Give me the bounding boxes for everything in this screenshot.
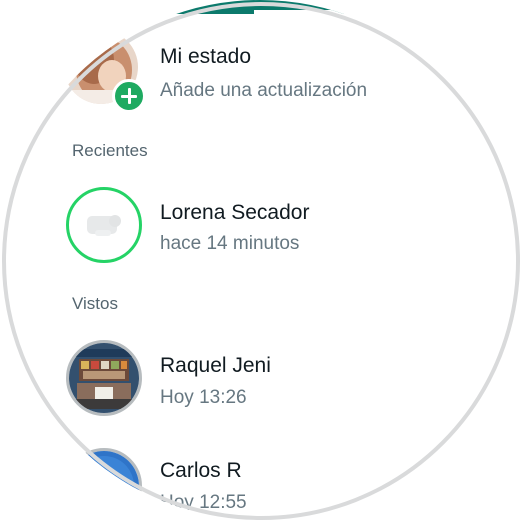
section-recent: Recientes <box>72 141 148 160</box>
unseen-status-ring <box>66 187 142 263</box>
status-screen: Mi estado Añade una actualización Recien… <box>0 0 520 520</box>
contact-name: Raquel Jeni <box>160 354 271 377</box>
tab-indicator <box>254 10 414 15</box>
seen-status-ring <box>66 340 142 416</box>
contact-name: Lorena Secador <box>160 201 310 224</box>
section-viewed: Vistos <box>72 294 118 313</box>
my-status-name: Mi estado <box>160 45 252 68</box>
status-thumbnail <box>73 194 135 256</box>
my-status-row[interactable]: Mi estado Añade una actualización <box>0 0 520 130</box>
my-status-subtitle: Añade una actualización <box>160 80 368 101</box>
status-time: Hoy 12:55 <box>160 492 247 513</box>
status-item-viewed[interactable]: Carlos R Hoy 12:55 <box>0 440 520 520</box>
status-time: Hoy 13:26 <box>160 387 247 408</box>
seen-status-ring <box>66 448 142 520</box>
status-thumbnail <box>69 451 139 520</box>
status-thumbnail <box>69 343 139 413</box>
status-time: hace 14 minutos <box>160 233 300 254</box>
add-status-icon[interactable] <box>112 79 146 113</box>
contact-name: Carlos R <box>160 459 242 482</box>
status-item-viewed[interactable]: Raquel Jeni Hoy 13:26 <box>0 330 520 440</box>
status-item-recent[interactable]: Lorena Secador hace 14 minutos <box>0 172 520 282</box>
